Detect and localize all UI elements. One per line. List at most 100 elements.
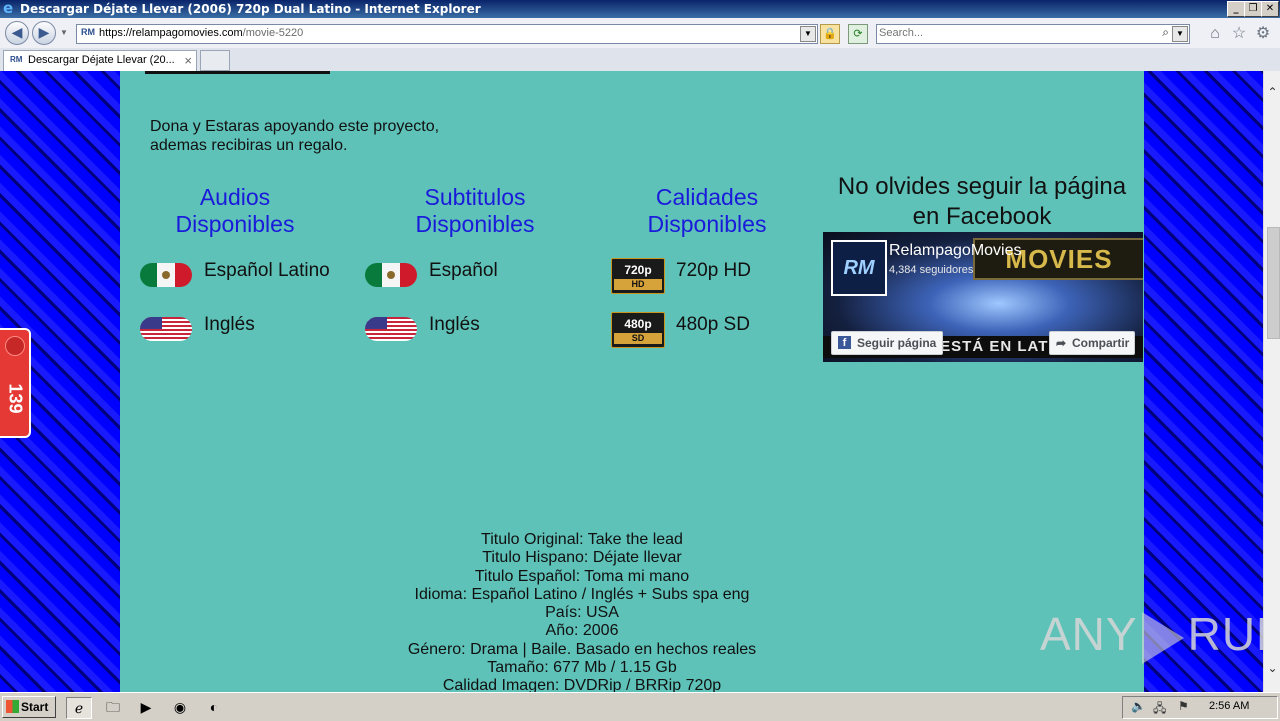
address-dropdown-icon[interactable]: ▼ [800, 26, 816, 42]
back-button[interactable]: ◀ [5, 21, 29, 45]
facebook-page-name[interactable]: RelampagoMovies [889, 242, 1022, 260]
restore-button[interactable]: ❐ [1244, 1, 1262, 17]
site-favicon: RM [81, 27, 95, 37]
movie-info-line: Titulo Español: Toma mi mano [474, 567, 690, 585]
internet-explorer-taskbar-icon[interactable]: ℯ [66, 697, 92, 719]
action-center-flag-icon[interactable]: ⚑ [1178, 699, 1189, 713]
movie-info-line: Titulo Original: Take the lead [481, 531, 683, 548]
search-box[interactable]: ⌕ ▼ [876, 24, 1190, 44]
usa-flag-icon [140, 317, 192, 341]
facebook-share-button[interactable]: ➦ Compartir [1049, 331, 1135, 355]
movie-info-line: Año: 2006 [545, 622, 619, 640]
refresh-icon[interactable]: ⟳ [848, 24, 868, 44]
movie-info-line: Titulo Hispano: Déjate llevar [482, 549, 682, 567]
quality-720p-badge-icon: 720p HD [611, 258, 665, 294]
tab-favicon: RM [10, 55, 23, 64]
anyrun-watermark: ANY RUN [1040, 607, 1263, 664]
subtitles-heading: Subtitulos Disponibles [375, 184, 575, 238]
share-label: Compartir [1072, 336, 1130, 350]
quality-item: 480p SD [676, 314, 750, 335]
header-image [145, 71, 330, 74]
volume-icon[interactable]: 🔈 [1131, 699, 1146, 713]
movie-info-line: Idioma: Español Latino / Inglés + Subs s… [414, 585, 750, 603]
audios-heading-line-1: Audios [199, 184, 271, 210]
network-icon[interactable]: 🖧 [1153, 699, 1166, 720]
qualities-heading-line-2: Disponibles [647, 211, 767, 237]
favorites-star-icon[interactable]: ☆ [1229, 24, 1249, 44]
audios-heading-line-2: Disponibles [175, 211, 295, 237]
recent-pages-dropdown-icon[interactable]: ▼ [60, 28, 68, 37]
share-counter-icon [5, 336, 25, 356]
badge-top: 720p [624, 263, 652, 277]
file-explorer-icon[interactable]: 🗀 [101, 697, 125, 717]
chrome-icon[interactable]: ◉ [168, 697, 192, 717]
movie-info-line: Género: Drama | Baile. Basado en hechos … [407, 640, 757, 658]
lock-icon[interactable]: 🔒 [820, 24, 840, 44]
facebook-page-avatar[interactable]: RM [831, 240, 887, 296]
donate-line-1: Dona y Estaras apoyando este proyecto, [150, 118, 440, 135]
qualities-heading-line-1: Calidades [655, 184, 759, 210]
new-tab-button[interactable] [200, 50, 230, 71]
movie-info: Titulo Original: Take the lead Titulo Hi… [120, 531, 1044, 692]
url-path: /movie-5220 [242, 27, 304, 39]
browser-toolbar: ◀ ▶ ▼ RM https://relampagomovies.com/mov… [0, 18, 1280, 48]
subtitles-heading-line-1: Subtitulos [424, 184, 526, 210]
settings-gear-icon[interactable]: ⚙ [1253, 24, 1273, 44]
clock[interactable]: 2:56 AM [1209, 700, 1249, 712]
facebook-logo-icon: f [838, 336, 851, 349]
facebook-page-widget[interactable]: MOVIES RM RelampagoMovies 4,384 seguidor… [823, 232, 1143, 362]
facebook-follow-button[interactable]: f Seguir página [831, 331, 943, 355]
subtitle-item: Español [429, 260, 498, 281]
share-arrow-icon: ➦ [1056, 336, 1067, 350]
audio-item: Inglés [204, 314, 255, 335]
windows-logo-icon [6, 700, 19, 713]
search-input[interactable] [879, 26, 1149, 40]
quality-item: 720p HD [676, 260, 751, 281]
donate-line-2: ademas recibiras un regalo. [150, 137, 348, 154]
facebook-heading: No olvides seguir la página en Facebook [822, 172, 1142, 232]
address-url[interactable]: https://relampagomovies.com/movie-5220 [99, 27, 303, 39]
share-count: 139 [5, 383, 26, 414]
search-icon[interactable]: ⌕ [1162, 25, 1169, 40]
mexico-flag-icon [365, 263, 417, 287]
movie-info-line: Tamaño: 677 Mb / 1.15 Gb [487, 659, 677, 677]
window-title: Descargar Déjate Llevar (2006) 720p Dual… [20, 2, 481, 16]
start-button[interactable]: Start [2, 696, 56, 718]
internet-explorer-icon: e [3, 0, 14, 17]
page-viewport: Dona y Estaras apoyando este proyecto, a… [0, 71, 1263, 692]
audios-heading: Audios Disponibles [135, 184, 335, 238]
badge-bottom: HD [614, 279, 662, 290]
edge-icon[interactable]: ◐ [202, 697, 226, 717]
arrow-right-icon: ▶ [38, 24, 50, 40]
system-tray: 🔈 🖧 ⚑ 2:56 AM [1122, 696, 1278, 719]
follow-label: Seguir página [857, 336, 937, 350]
search-dropdown-icon[interactable]: ▼ [1172, 26, 1188, 42]
badge-top: 480p [624, 317, 652, 331]
minimize-button[interactable]: _ [1227, 1, 1245, 17]
movie-info-line: País: USA [545, 604, 619, 622]
vertical-scrollbar[interactable]: ⌃ ⌄ [1263, 71, 1280, 692]
audio-item: Español Latino [204, 260, 330, 281]
scroll-thumb[interactable] [1267, 227, 1280, 339]
forward-button[interactable]: ▶ [32, 21, 56, 45]
start-label: Start [21, 700, 49, 714]
home-icon[interactable]: ⌂ [1205, 24, 1225, 44]
quality-480p-badge-icon: 480p SD [611, 312, 665, 348]
badge-bottom: SD [614, 333, 662, 344]
address-bar[interactable]: RM https://relampagomovies.com/movie-522… [76, 24, 818, 44]
watermark-right: RUN [1187, 608, 1263, 660]
subtitles-heading-line-2: Disponibles [415, 211, 535, 237]
arrow-left-icon: ◀ [11, 24, 23, 40]
tab-label: Descargar Déjate Llevar (20... [28, 54, 175, 66]
qualities-heading: Calidades Disponibles [607, 184, 807, 238]
tab-close-icon[interactable]: × [184, 53, 192, 68]
facebook-heading-line-1: No olvides seguir la página [837, 173, 1127, 200]
scroll-down-icon[interactable]: ⌄ [1264, 661, 1280, 675]
movie-info-line: Calidad Imagen: DVDRip / BRRip 720p [442, 677, 722, 692]
side-share-badge[interactable]: 139 [0, 328, 31, 438]
tab-active[interactable]: RM Descargar Déjate Llevar (20... × [3, 50, 197, 71]
scroll-up-icon[interactable]: ⌃ [1264, 85, 1280, 99]
media-player-icon[interactable]: ▶ [134, 697, 158, 717]
close-window-button[interactable]: ✕ [1261, 1, 1279, 17]
play-icon [1141, 611, 1184, 664]
